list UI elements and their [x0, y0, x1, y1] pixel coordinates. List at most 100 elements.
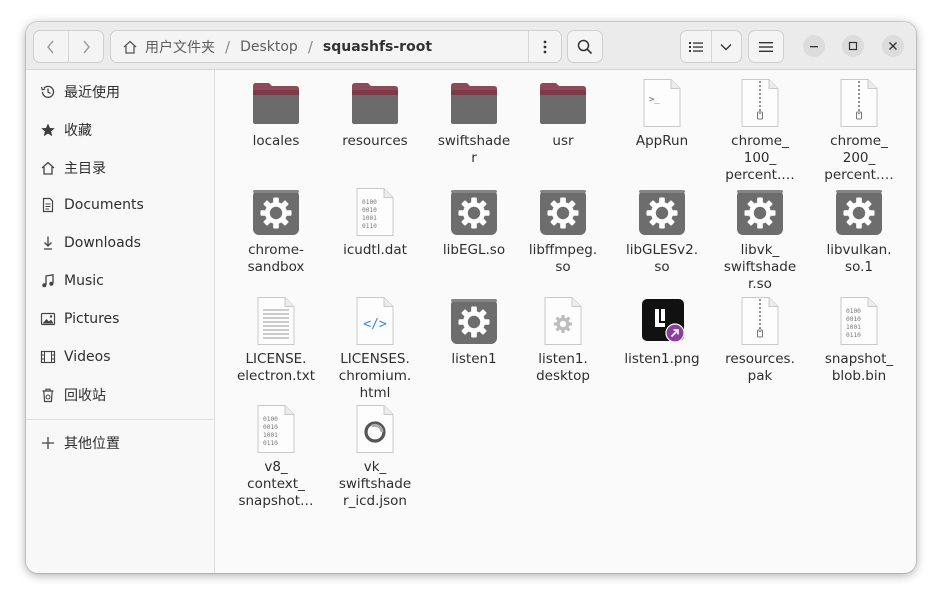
file-name-line: LICENSE.: [245, 351, 307, 367]
breadcrumb-home[interactable]: 用户文件夹: [141, 37, 219, 57]
file-name-line: percent.…: [725, 167, 795, 183]
file-item[interactable]: locales: [230, 78, 322, 150]
file-name-line: percent.…: [824, 167, 894, 183]
file-item[interactable]: </> LICENSES. chromium. html: [329, 296, 421, 402]
sidebar-item-home[interactable]: 主目录: [26, 151, 214, 185]
sidebar-item-other-locations[interactable]: 其他位置: [26, 426, 214, 460]
file-name-line: so: [555, 259, 571, 275]
file-name: v8_ context_ snapshot…: [230, 459, 322, 510]
sidebar-item-music[interactable]: Music: [26, 264, 214, 298]
file-name-line: electron.txt: [236, 368, 315, 384]
sidebar-item-trash[interactable]: 回收站: [26, 378, 214, 412]
file-name-line: swiftshade: [723, 259, 797, 275]
svg-text:0100: 0100: [846, 308, 861, 315]
file-name-line: html: [359, 385, 391, 401]
file-item[interactable]: chrome_ 200_ percent.…: [813, 78, 905, 184]
file-name-line: desktop: [536, 368, 590, 384]
sidebar-item-label: Music: [64, 273, 104, 289]
clock-icon: [39, 83, 57, 101]
list-view-button[interactable]: [681, 31, 711, 62]
sidebar-item-documents[interactable]: Documents: [26, 188, 214, 222]
forward-button[interactable]: [68, 31, 103, 62]
chevron-left-icon: [47, 40, 54, 53]
sidebar-item-label: Downloads: [64, 235, 141, 251]
file-item[interactable]: 0100 0010 1001 0110 icudtl.dat: [329, 187, 421, 259]
file-name-line: sandbox: [247, 259, 305, 275]
file-name: chrome_ 200_ percent.…: [813, 133, 905, 184]
file-item[interactable]: chrome-sandbox: [230, 187, 322, 276]
file-name: listen1. desktop: [517, 351, 609, 385]
breadcrumb-desktop[interactable]: Desktop: [236, 39, 302, 55]
file-name: chrome-sandbox: [230, 242, 322, 276]
sidebar-item-recent[interactable]: 最近使用: [26, 75, 214, 109]
file-item[interactable]: 0100 0010 1001 0110 v8_ context_ snapshot…: [230, 404, 322, 510]
file-item[interactable]: libGLESv2. so: [616, 187, 708, 276]
search-button[interactable]: [567, 30, 603, 63]
svg-text:0100: 0100: [362, 199, 377, 206]
file-item[interactable]: listen1. desktop: [517, 296, 609, 385]
sidebar-item-label: Pictures: [64, 311, 120, 327]
breadcrumb-current[interactable]: squashfs-root: [319, 39, 436, 55]
file-name-line: 200_: [842, 150, 876, 166]
vertical-dots-icon: [543, 40, 547, 53]
file-name: AppRun: [616, 133, 708, 150]
svg-text:0110: 0110: [846, 332, 861, 339]
file-manager-window: 用户文件夹 / Desktop / squashfs-root 最近使用 收藏 …: [26, 22, 916, 573]
view-options-button[interactable]: [710, 31, 742, 62]
file-name-line: resources.: [725, 351, 795, 367]
file-item[interactable]: usr: [517, 78, 609, 150]
sidebar-item-starred[interactable]: 收藏: [26, 113, 214, 147]
file-item[interactable]: libffmpeg. so: [517, 187, 609, 276]
file-name-line: icudtl.dat: [343, 242, 407, 258]
maximize-button[interactable]: [842, 35, 864, 57]
file-name: libvulkan. so.1: [813, 242, 905, 276]
file-item[interactable]: >_ AppRun: [616, 78, 708, 150]
folder-icon: [449, 78, 499, 128]
file-name: LICENSES. chromium. html: [329, 351, 421, 402]
close-button[interactable]: [882, 35, 904, 57]
file-item[interactable]: vk_ swiftshade r_icd.json: [329, 404, 421, 510]
file-grid: locales resources swiftshade r usr >_ AppR…: [215, 70, 916, 573]
file-item[interactable]: libvulkan. so.1: [813, 187, 905, 276]
sidebar-item-label: 最近使用: [64, 85, 120, 101]
file-item[interactable]: libvk_ swiftshade r.so: [714, 187, 806, 293]
file-name-line: libGLESv2.: [625, 242, 699, 258]
sidebar-item-videos[interactable]: Videos: [26, 340, 214, 374]
executable-file-icon: [538, 187, 588, 237]
file-item[interactable]: 0100 0010 1001 0110 snapshot_ blob.bin: [813, 296, 905, 385]
chevron-right-icon: [83, 40, 90, 53]
sidebar-item-pictures[interactable]: Pictures: [26, 302, 214, 336]
file-name-line: snapshot…: [238, 493, 314, 509]
path-menu-button[interactable]: [528, 31, 561, 62]
svg-text:1001: 1001: [846, 324, 861, 331]
file-name-line: chrome_: [731, 133, 789, 149]
file-name: libEGL.so: [428, 242, 520, 259]
file-item[interactable]: swiftshade r: [428, 78, 520, 167]
file-item[interactable]: LICENSE. electron.txt: [230, 296, 322, 385]
folder-icon: [350, 78, 400, 128]
close-icon: [889, 42, 897, 50]
binary-file-icon: 0100 0010 1001 0110: [834, 296, 884, 346]
file-name-line: libvulkan.: [826, 242, 892, 258]
folder-icon: [538, 78, 588, 128]
binary-file-icon: 0100 0010 1001 0110: [251, 404, 301, 454]
minimize-button[interactable]: [803, 35, 825, 57]
sidebar: 最近使用 收藏 主目录 Documents Downloads Music Pi…: [26, 70, 215, 573]
file-item[interactable]: listen1: [428, 296, 520, 368]
sidebar-item-label: 收藏: [64, 123, 92, 139]
file-item[interactable]: chrome_ 100_ percent.…: [714, 78, 806, 184]
main-menu-button[interactable]: [748, 30, 784, 63]
file-name-line: context_: [247, 476, 305, 492]
file-item[interactable]: resources. pak: [714, 296, 806, 385]
file-name: listen1: [428, 351, 520, 368]
svg-text:</>: </>: [363, 317, 387, 332]
file-item[interactable]: libEGL.so: [428, 187, 520, 259]
file-item[interactable]: listen1.png: [616, 296, 708, 368]
executable-file-icon: [637, 187, 687, 237]
sidebar-item-downloads[interactable]: Downloads: [26, 226, 214, 260]
desktop-file-icon: [538, 296, 588, 346]
back-button[interactable]: [34, 31, 68, 62]
chevron-down-icon: [720, 43, 732, 50]
archive-file-icon: [834, 78, 884, 128]
file-item[interactable]: resources: [329, 78, 421, 150]
